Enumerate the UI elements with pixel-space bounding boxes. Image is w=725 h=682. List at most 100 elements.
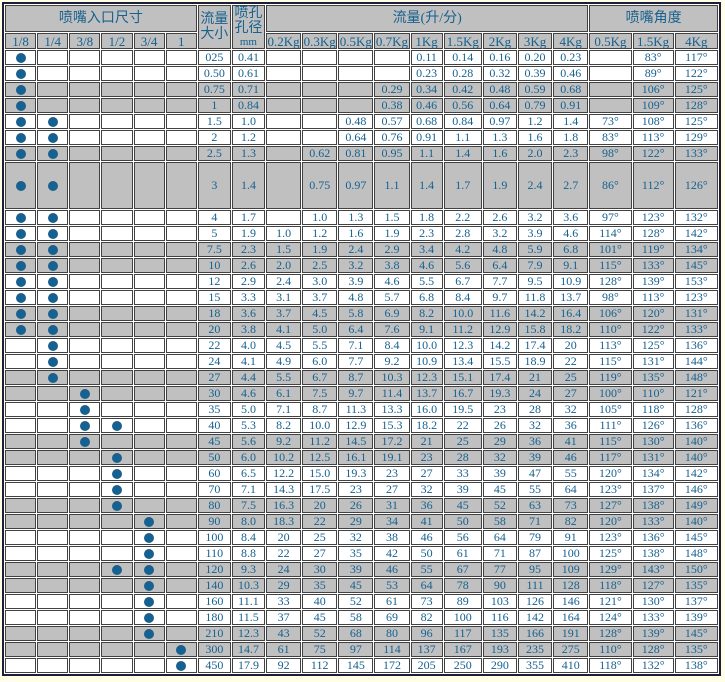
inlet-dot-cell xyxy=(69,50,100,65)
inlet-dot-icon xyxy=(16,53,26,63)
inlet-dot-cell xyxy=(37,450,68,465)
flow-value-cell: 0.64 xyxy=(483,98,517,113)
flow-value-cell: 12.9 xyxy=(338,418,373,433)
inlet-dot-cell xyxy=(166,482,197,497)
flow-value-cell: 15.5 xyxy=(483,354,517,369)
flow-value-cell: 0.46 xyxy=(553,66,588,81)
angle-value-cell: 130° xyxy=(633,434,674,449)
angle-value-cell: 117° xyxy=(675,50,718,65)
flow-value-cell: 33 xyxy=(444,466,482,481)
inlet-dot-cell xyxy=(37,642,68,657)
inlet-dot-cell xyxy=(69,210,100,225)
inlet-dot-cell xyxy=(166,162,197,209)
inlet-dot-cell xyxy=(134,514,165,529)
inlet-dot-cell xyxy=(5,530,36,545)
header-row-groups: 喷嘴入口尺寸 流量 大小 喷孔 孔径 mm 流量(升/分) 喷嘴角度 xyxy=(5,5,718,32)
flow-value-cell: 8.4 xyxy=(374,338,409,353)
flow-value-cell: 11.2 xyxy=(444,322,482,337)
flow-value-cell: 16.7 xyxy=(444,386,482,401)
inlet-dot-icon xyxy=(16,85,26,95)
header-flow-size-line2: 大小 xyxy=(199,27,230,42)
inlet-dot-cell xyxy=(101,642,132,657)
inlet-dot-cell xyxy=(5,338,36,353)
angle-value-cell: 120° xyxy=(589,466,631,481)
inlet-dot-cell xyxy=(101,626,132,641)
flow-value-cell: 41 xyxy=(553,434,588,449)
inlet-dot-icon xyxy=(144,629,154,639)
inlet-dot-cell xyxy=(69,162,100,209)
inlet-dot-cell xyxy=(37,498,68,513)
inlet-dot-cell xyxy=(166,450,197,465)
flow-value-cell: 7.9 xyxy=(518,258,552,273)
angle-value-cell: 86° xyxy=(589,162,631,209)
angle-col-4Kg: 4Kg xyxy=(675,33,718,49)
flow-value-cell: 78 xyxy=(444,578,482,593)
flow-value-cell: 55 xyxy=(553,466,588,481)
inlet-dot-cell xyxy=(166,130,197,145)
inlet-dot-icon xyxy=(144,533,154,543)
flow-value-cell: 5.9 xyxy=(518,242,552,257)
inlet-dot-icon xyxy=(16,181,26,191)
orifice-cell: 14.7 xyxy=(232,642,265,657)
table-row: 405.38.210.012.915.318.222263236111°126°… xyxy=(5,418,718,433)
flow-size-cell: 5 xyxy=(198,226,231,241)
inlet-dot-cell xyxy=(101,162,132,209)
flow-value-cell: 250 xyxy=(444,658,482,673)
flow-size-cell: 2 xyxy=(198,130,231,145)
inlet-dot-cell xyxy=(5,354,36,369)
angle-value-cell: 106° xyxy=(589,306,631,321)
table-row: 1209.32430394655677795109129°143°150° xyxy=(5,562,718,577)
pressure-col-3Kg: 3Kg xyxy=(518,33,552,49)
flow-value-cell: 12.5 xyxy=(302,450,337,465)
inlet-dot-icon xyxy=(48,357,58,367)
flow-value-cell: 21 xyxy=(411,434,443,449)
flow-value-cell: 35 xyxy=(338,546,373,561)
flow-value-cell: 6.4 xyxy=(338,322,373,337)
table-row: 183.63.74.55.86.98.210.011.614.216.4106°… xyxy=(5,306,718,321)
inlet-dot-cell xyxy=(69,658,100,673)
flow-value-cell: 6.0 xyxy=(302,354,337,369)
inlet-dot-cell xyxy=(69,66,100,81)
flow-value-cell: 0.84 xyxy=(444,114,482,129)
flow-value-cell: 0.29 xyxy=(374,82,409,97)
inlet-dot-cell xyxy=(69,82,100,97)
angle-value-cell: 110° xyxy=(633,386,674,401)
angle-value-cell: 122° xyxy=(633,146,674,161)
inlet-dot-cell xyxy=(69,98,100,113)
table-row: 7.52.31.51.92.42.93.44.24.85.96.8101°119… xyxy=(5,242,718,257)
inlet-dot-cell xyxy=(134,50,165,65)
flow-value-cell: 5.7 xyxy=(374,290,409,305)
inlet-dot-cell xyxy=(5,610,36,625)
angle-value-cell: 112° xyxy=(633,162,674,209)
inlet-dot-icon xyxy=(16,101,26,111)
flow-value-cell: 3.9 xyxy=(518,226,552,241)
inlet-dot-cell xyxy=(134,530,165,545)
flow-value-cell: 1.4 xyxy=(411,162,443,209)
flow-value-cell: 29 xyxy=(483,434,517,449)
flow-size-cell: 1 xyxy=(198,98,231,113)
angle-value-cell: 128° xyxy=(589,626,631,641)
inlet-dot-cell xyxy=(37,578,68,593)
inlet-dot-cell xyxy=(166,610,197,625)
inlet-dot-cell xyxy=(101,594,132,609)
flow-value-cell: 2.9 xyxy=(374,242,409,257)
flow-value-cell: 13.7 xyxy=(411,386,443,401)
table-row: 14010.329354553647890111128118°127°135° xyxy=(5,578,718,593)
flow-value-cell: 28 xyxy=(444,450,482,465)
flow-value-cell: 0.11 xyxy=(411,50,443,65)
orifice-cell: 1.4 xyxy=(232,162,265,209)
inlet-dot-cell xyxy=(134,146,165,161)
flow-value-cell: 4.2 xyxy=(444,242,482,257)
inlet-dot-cell xyxy=(5,450,36,465)
flow-value-cell: 0.56 xyxy=(444,98,482,113)
inlet-dot-icon xyxy=(16,325,26,335)
angle-value-cell: 115° xyxy=(589,258,631,273)
inlet-dot-cell xyxy=(101,658,132,673)
flow-value-cell: 10.0 xyxy=(302,418,337,433)
table-row: 274.45.56.78.710.312.315.117.42125119°13… xyxy=(5,370,718,385)
flow-value-cell: 0.48 xyxy=(338,114,373,129)
flow-value-cell: 45 xyxy=(483,482,517,497)
angle-value-cell: 73° xyxy=(589,114,631,129)
angle-value-cell: 98° xyxy=(589,290,631,305)
inlet-dot-cell xyxy=(37,98,68,113)
